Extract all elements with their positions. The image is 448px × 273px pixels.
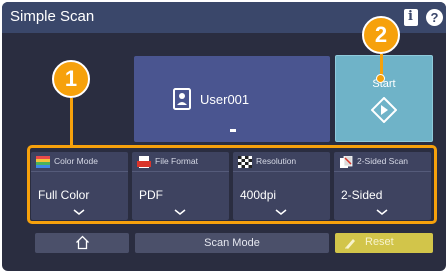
setting-title: File Format [155,156,198,166]
callout-badge-2: 2 [362,16,400,54]
chevron-down-icon [174,209,186,215]
setting-header: Color Mode [31,152,128,172]
resolution-icon [238,156,252,168]
setting-header: Resolution [233,152,330,172]
user-tile[interactable]: User001 [134,56,330,142]
two-sided-scan-icon [340,156,353,168]
setting-header: File Format [132,152,229,172]
setting-file-format[interactable]: File Format PDF [132,152,229,220]
setting-two-sided-scan[interactable]: 2-Sided Scan 2-Sided [334,152,431,220]
scan-mode-button[interactable]: Scan Mode [135,233,329,253]
user-indicator [230,129,236,132]
setting-value: 400dpi [240,188,277,202]
chevron-down-icon [376,209,388,215]
setting-title: Color Mode [54,156,98,166]
start-diamond-icon [371,97,397,123]
callout-1-leader [70,98,73,147]
reset-button[interactable]: Reset [335,233,433,253]
chevron-down-icon [73,209,85,215]
setting-header: 2-Sided Scan [334,152,431,172]
start-button[interactable]: Start [335,55,433,142]
setting-resolution[interactable]: Resolution 400dpi [233,152,330,220]
setting-value: Full Color [38,188,90,202]
window-title: Simple Scan [10,8,95,25]
eraser-icon [345,239,355,249]
setting-value: PDF [139,188,163,202]
home-icon [76,235,89,250]
callout-2-pointer [376,74,385,83]
setting-title: 2-Sided Scan [357,156,409,166]
setting-value: 2-Sided [341,188,383,202]
chevron-down-icon [275,209,287,215]
color-mode-icon [36,156,50,168]
user-document-icon [173,88,191,110]
help-icon[interactable]: ? [426,9,443,26]
file-format-icon [137,156,151,168]
callout-badge-1: 1 [52,60,90,98]
setting-color-mode[interactable]: Color Mode Full Color [31,152,128,220]
home-button[interactable] [35,233,129,253]
user-name: User001 [200,92,250,107]
simple-scan-panel: Simple Scan ? User001 Start Color Mod [2,2,446,271]
info-icon[interactable] [404,9,418,26]
reset-label: Reset [365,236,394,248]
setting-title: Resolution [256,156,297,166]
